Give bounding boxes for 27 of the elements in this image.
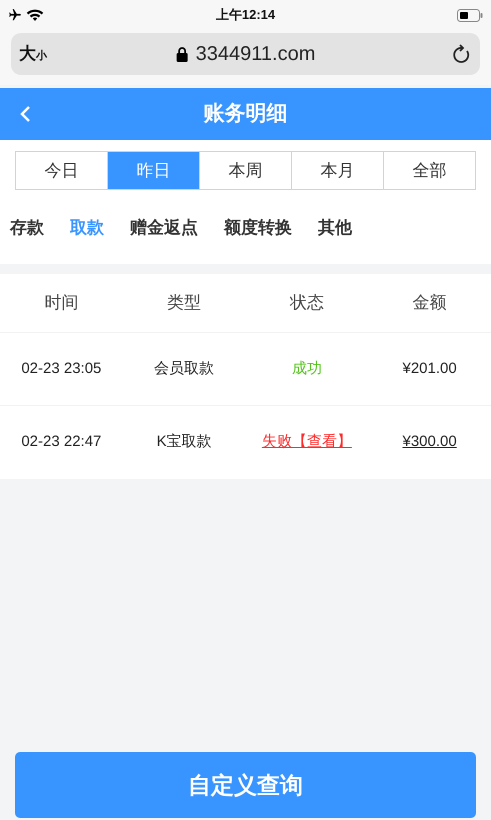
column-header: 状态 [290,292,324,314]
status-link[interactable]: 失败【查看】 [262,431,352,454]
url-text: 3344911.com [196,42,316,67]
type-cell-text: 会员取款 [154,358,214,379]
lock-icon [176,46,188,62]
category-tab[interactable]: 存款 [10,214,44,240]
amount-link[interactable]: ¥300.00 [402,431,457,454]
column-header: 类型 [167,292,202,314]
time-cell-text: 02-23 23:05 [21,358,102,379]
back-icon[interactable] [19,105,31,123]
page-title: 账务明细 [204,101,288,128]
type-cell-text: K宝取款 [156,432,212,452]
category-tab[interactable]: 额度转换 [224,214,292,240]
time-cell-text: 02-23 22:47 [21,432,102,452]
category-tab[interactable]: 赠金返点 [130,214,198,240]
status-cell-text: 成功 [292,358,322,379]
clock-time: 上午12:14 [216,6,276,24]
column-header: 金额 [412,292,447,314]
category-tab[interactable]: 其他 [318,214,352,240]
text-size-button[interactable]: 大小 [19,41,47,67]
wifi-icon [26,8,44,22]
airplane-icon [8,8,22,22]
column-header: 时间 [44,292,78,314]
battery-icon [457,8,483,22]
reload-icon[interactable] [452,43,472,65]
amount-cell-text: ¥201.00 [402,358,457,379]
address-bar[interactable]: 大小 3344911.com [11,33,480,75]
